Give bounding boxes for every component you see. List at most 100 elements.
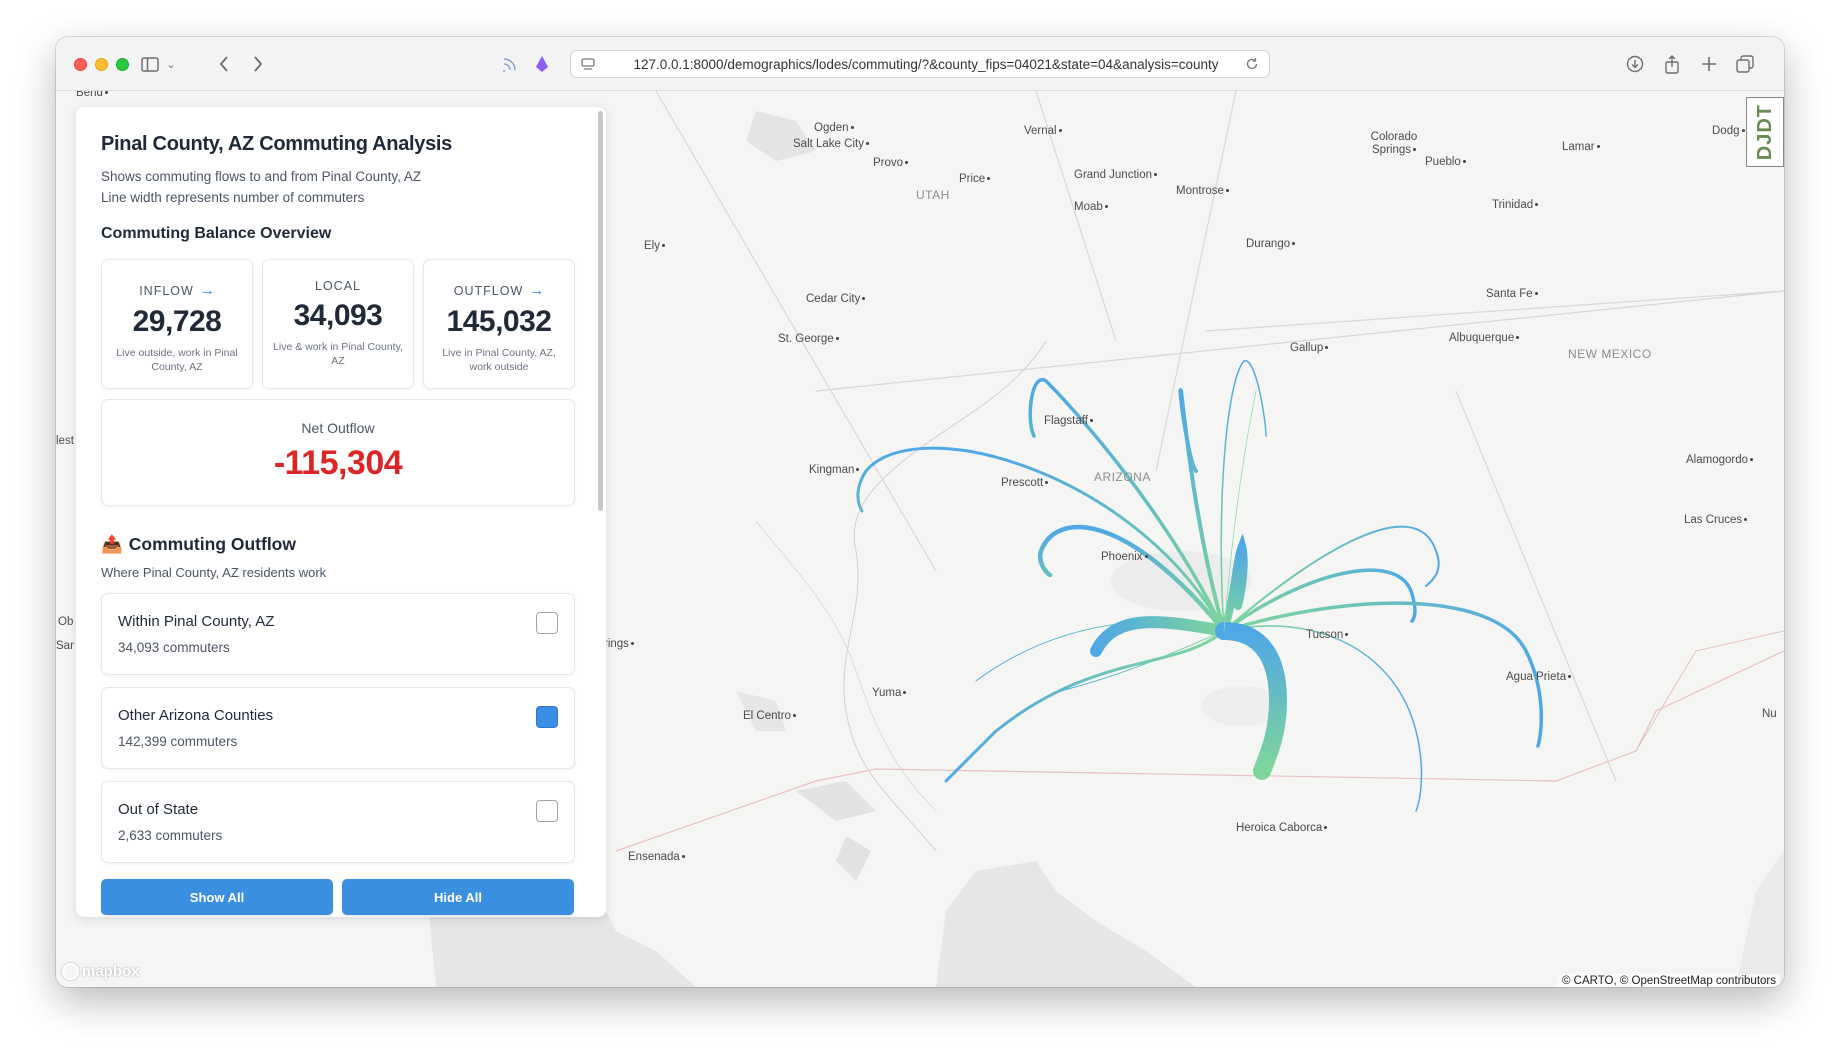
flow-item-other-counties[interactable]: Other Arizona Counties 142,399 commuters (101, 687, 575, 769)
city-label: Ogden (814, 122, 854, 134)
outflow-card: OUTFLOW → 145,032 Live in Pinal County, A… (423, 259, 575, 389)
net-label: Net Outflow (301, 420, 375, 436)
mapbox-logo-text: mapbox (82, 963, 140, 980)
back-icon[interactable] (214, 50, 234, 78)
city-label: Grand Junction (1074, 169, 1157, 181)
page-settings-icon[interactable] (581, 57, 595, 76)
city-label: Vernal (1024, 125, 1062, 137)
outflow-title: 📤 Commuting Outflow (101, 534, 296, 554)
flow-name: Out of State (118, 801, 199, 818)
panel-title: Pinal County, AZ Commuting Analysis (101, 133, 453, 155)
city-label: Phoenix (1101, 551, 1148, 563)
city-label: Las Cruces (1684, 514, 1748, 526)
download-icon[interactable] (1624, 50, 1646, 78)
stats-row: INFLOW → 29,728 Live outside, work in Pin… (101, 259, 575, 389)
forward-icon[interactable] (248, 50, 268, 78)
panel-subtitle: Shows commuting flows to and from Pinal … (101, 166, 575, 208)
net-value: -115,304 (273, 444, 403, 482)
city-label: Alamogordo (1686, 454, 1754, 466)
arrow-right-icon: → (529, 282, 545, 299)
flow-list: Within Pinal County, AZ 34,093 commuters… (101, 593, 575, 863)
local-card: LOCAL 34,093 Live & work in Pinal County… (262, 259, 414, 389)
outflow-value: 145,032 (446, 305, 552, 338)
commuting-panel: Pinal County, AZ Commuting Analysis Show… (76, 107, 606, 917)
mapbox-logo[interactable]: mapbox (62, 963, 140, 980)
city-label: Kingman (809, 464, 860, 476)
tab-overview-icon[interactable] (1734, 50, 1756, 78)
stat-label: LOCAL (315, 279, 361, 293)
minimize-window-button[interactable] (95, 58, 108, 71)
new-tab-icon[interactable] (1698, 50, 1720, 78)
djdt-label: DJDT (1753, 103, 1776, 161)
local-value: 34,093 (293, 299, 383, 332)
flow-count: 2,633 commuters (118, 828, 223, 843)
zoom-window-button[interactable] (116, 58, 129, 71)
panel-scrollbar[interactable] (598, 111, 603, 511)
browser-window: ⌄ 127.0.0.1:8000/demographics/lodes/comm… (56, 37, 1784, 987)
city-label: Prescott (1001, 477, 1049, 489)
reload-icon[interactable] (1245, 57, 1259, 76)
button-row: Show All Hide All (101, 879, 575, 915)
city-label: Cedar City (806, 293, 866, 305)
inflow-card: INFLOW → 29,728 Live outside, work in Pin… (101, 259, 253, 389)
feed-icon[interactable] (499, 50, 521, 78)
city-label: Trinidad (1492, 199, 1539, 211)
hide-all-button[interactable]: Hide All (342, 879, 574, 915)
city-label: Gallup (1290, 342, 1329, 354)
net-outflow-card: Net Outflow -115,304 (101, 399, 575, 506)
state-label-new-mexico: NEW MEXICO (1568, 347, 1652, 361)
city-label: Pueblo (1425, 156, 1466, 168)
map-attribution[interactable]: © CARTO, © OpenStreetMap contributors (1557, 974, 1780, 987)
commuting-map[interactable]: UTAH NEW MEXICO ARIZONA Bend Ogden Salt … (56, 91, 1784, 987)
flow-name: Within Pinal County, AZ (118, 613, 275, 630)
city-label: Ely (644, 240, 665, 252)
outbox-icon: 📤 (101, 534, 123, 554)
city-label: Tucson (1306, 629, 1349, 641)
subtitle-line: Shows commuting flows to and from Pinal … (101, 169, 422, 184)
city-label: Sar (56, 640, 74, 652)
browser-toolbar: ⌄ 127.0.0.1:8000/demographics/lodes/comm… (56, 37, 1784, 91)
city-label: El Centro (743, 710, 796, 722)
city-label: Ob (58, 616, 74, 628)
arrow-right-icon: → (199, 282, 215, 299)
city-label: Montrose (1176, 185, 1229, 197)
city-label: Salt Lake City (793, 138, 869, 150)
city-label: Durango (1246, 238, 1296, 250)
city-label: Lamar (1562, 141, 1600, 153)
address-bar[interactable]: 127.0.0.1:8000/demographics/lodes/commut… (570, 50, 1270, 78)
flow-count: 142,399 commuters (118, 734, 238, 749)
city-label: St. George (778, 333, 839, 345)
state-label-arizona: ARIZONA (1094, 470, 1151, 484)
flow-checkbox[interactable] (536, 612, 558, 634)
city-label: Ensenada (628, 851, 685, 863)
state-label-utah: UTAH (916, 188, 950, 202)
flow-item-out-of-state[interactable]: Out of State 2,633 commuters (101, 781, 575, 863)
flow-arcs (856, 360, 1543, 812)
extension-icon[interactable] (531, 50, 553, 78)
city-label: Provo (873, 157, 909, 169)
debug-toolbar-handle[interactable]: DJDT (1746, 97, 1784, 167)
city-label: Bend (76, 91, 108, 99)
stat-description: Live outside, work in Pinal County, AZ (116, 347, 238, 373)
city-label: Yuma (872, 687, 907, 699)
share-icon[interactable] (1661, 50, 1683, 78)
stat-description: Live & work in Pinal County, AZ (273, 341, 403, 367)
city-label: Flagstaff (1044, 415, 1093, 427)
flow-checkbox[interactable] (536, 800, 558, 822)
city-label: Santa Fe (1486, 288, 1538, 300)
flow-checkbox[interactable] (536, 706, 558, 728)
close-window-button[interactable] (74, 58, 87, 71)
inflow-value: 29,728 (132, 305, 222, 338)
city-label: Colorado Springs (1370, 131, 1418, 156)
flow-name: Other Arizona Counties (118, 707, 274, 724)
subtitle-line: Line width represents number of commuter… (101, 190, 365, 205)
stat-label: OUTFLOW → (453, 282, 545, 299)
show-all-button[interactable]: Show All (101, 879, 333, 915)
outflow-subtitle: Where Pinal County, AZ residents work (101, 565, 327, 580)
sidebar-toggle-icon[interactable] (138, 50, 162, 78)
chevron-down-icon[interactable]: ⌄ (164, 50, 178, 78)
city-label: Agua Prieta (1506, 671, 1572, 683)
city-label: lest (56, 435, 74, 447)
flow-item-within-county[interactable]: Within Pinal County, AZ 34,093 commuters (101, 593, 575, 675)
city-label: Dodg (1712, 125, 1745, 137)
